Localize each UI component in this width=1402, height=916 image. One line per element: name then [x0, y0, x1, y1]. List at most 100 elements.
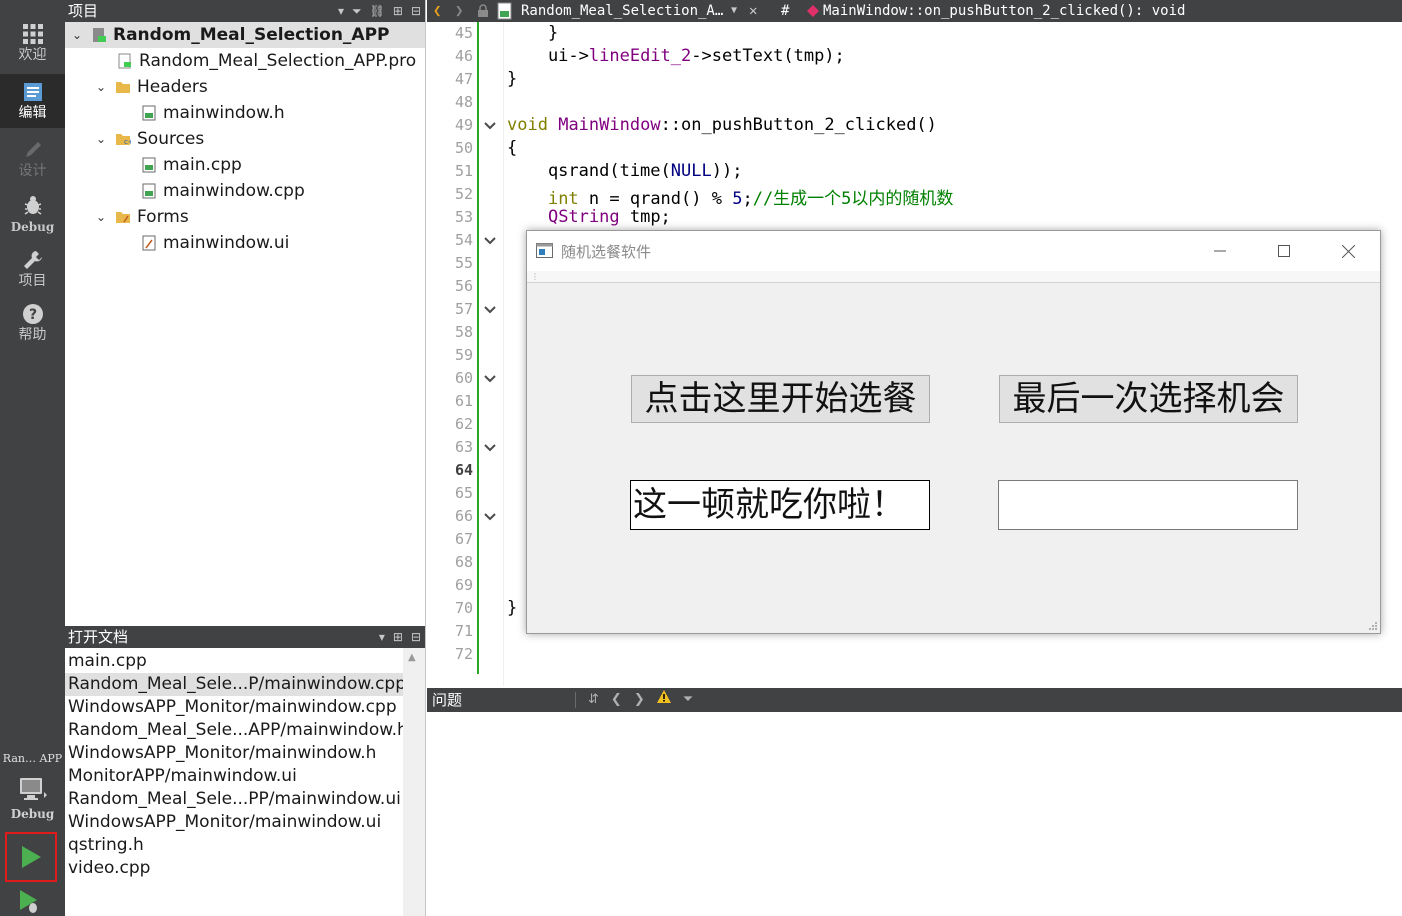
previous-item-icon[interactable]: ❮ — [611, 688, 622, 712]
app-window-title: 随机选餐软件 — [561, 243, 652, 261]
open-document-item[interactable]: WindowsAPP_Monitor/mainwindow.cpp — [65, 696, 403, 719]
dropdown-arrow-icon[interactable]: ▼ — [731, 0, 737, 22]
mode-design[interactable]: 设计 — [0, 132, 65, 186]
open-document-item[interactable]: video.cpp — [65, 857, 403, 880]
fold-marker-icon[interactable] — [483, 234, 497, 248]
link-icon[interactable]: ⛓ — [370, 0, 385, 22]
result-line-edit[interactable]: 这一顿就吃你啦！ — [630, 480, 930, 530]
minimize-button[interactable] — [1190, 231, 1250, 271]
tree-item-label: Random_Meal_Selection_APP — [113, 25, 390, 45]
line-number: 70 — [454, 599, 473, 617]
close-button[interactable] — [1318, 231, 1378, 271]
issues-panel-title: 问题 — [432, 691, 463, 709]
filter-icon[interactable]: ⏷ — [352, 0, 362, 22]
app-window-titlebar[interactable]: 随机选餐软件 — [527, 231, 1380, 271]
close-panel-icon[interactable]: ⊟ — [411, 626, 421, 648]
start-selection-button[interactable]: 点击这里开始选餐 — [631, 375, 930, 423]
open-document-item[interactable]: Random_Meal_Sele...APP/mainwindow.h — [65, 719, 403, 742]
code-line-46: ui->lineEdit_2->setText(tmp); — [507, 46, 845, 66]
code-line-49: void MainWindow::on_pushButton_2_clicked… — [507, 115, 937, 135]
dropdown-arrow-icon[interactable]: ▾ — [379, 626, 385, 648]
maximize-button[interactable] — [1254, 231, 1314, 271]
tree-item-pro-file[interactable]: Random_Meal_Selection_APP.pro — [65, 48, 425, 74]
start-debugging-button[interactable] — [14, 886, 44, 916]
open-documents-scrollbar[interactable]: ▲ — [403, 648, 425, 916]
tree-item-project[interactable]: ⌄ Random_Meal_Selection_APP — [65, 22, 425, 48]
tree-item-sources[interactable]: ⌄ c+ Sources — [65, 126, 425, 152]
mode-selector-bar: 欢迎 编辑 设计 Debug 项目 ? 帮助 Ran… APP Debug — [0, 0, 65, 916]
code-line-50: { — [507, 138, 518, 158]
split-icon[interactable]: ⊞ — [393, 0, 403, 22]
open-document-item[interactable]: WindowsAPP_Monitor/mainwindow.h — [65, 742, 403, 765]
open-document-item[interactable]: WindowsAPP_Monitor/mainwindow.ui — [65, 811, 403, 834]
split-icon[interactable]: ⊞ — [393, 626, 403, 648]
mode-welcome[interactable]: 欢迎 — [0, 16, 65, 70]
tree-item-mainwindow-cpp[interactable]: mainwindow.cpp — [65, 178, 425, 204]
line-number: 69 — [454, 576, 473, 594]
forward-arrow-icon[interactable]: ❯ — [455, 0, 463, 22]
open-document-item[interactable]: qstring.h — [65, 834, 403, 857]
mode-help[interactable]: ? 帮助 — [0, 296, 65, 350]
open-document-item[interactable]: MonitorAPP/mainwindow.ui — [65, 765, 403, 788]
tree-item-forms[interactable]: ⌄ Forms — [65, 204, 425, 230]
kit-selector[interactable]: Debug — [0, 770, 65, 828]
lock-icon — [477, 0, 489, 22]
symbol-dropdown[interactable]: MainWindow::on_pushButton_2_clicked(): v… — [823, 0, 1185, 22]
dropdown-arrow-icon[interactable]: ▾ — [338, 0, 344, 22]
fold-marker-icon[interactable] — [483, 372, 497, 386]
chevron-down-icon[interactable]: ⌄ — [93, 80, 109, 94]
line-number: 47 — [454, 70, 473, 88]
mode-projects[interactable]: 项目 — [0, 242, 65, 296]
fold-marker-icon[interactable] — [483, 303, 497, 317]
line-number: 50 — [454, 139, 473, 157]
line-number: 72 — [454, 645, 473, 663]
open-document-item[interactable]: main.cpp — [65, 650, 403, 673]
back-arrow-icon[interactable]: ❮ — [433, 0, 441, 22]
wrench-icon — [23, 251, 42, 269]
open-document-item[interactable]: Random_Meal_Sele...PP/mainwindow.ui — [65, 788, 403, 811]
folder-cpp-icon: c+ — [116, 134, 131, 146]
fold-marker-icon[interactable] — [483, 510, 497, 524]
run-button[interactable] — [5, 832, 57, 882]
kit-name-label: Ran… APP — [2, 752, 63, 765]
tree-item-main-cpp[interactable]: main.cpp — [65, 152, 425, 178]
line-number: 60 — [454, 369, 473, 387]
hash-label: # — [781, 3, 790, 19]
second-result-line-edit[interactable] — [998, 480, 1298, 530]
fold-marker-icon[interactable] — [483, 119, 497, 133]
filter-icon[interactable]: ⏷ — [683, 688, 693, 712]
chevron-down-icon[interactable]: ⌄ — [93, 132, 109, 146]
fold-margin — [477, 22, 503, 686]
next-item-icon[interactable]: ❯ — [634, 688, 645, 712]
close-panel-icon[interactable]: ⊟ — [411, 0, 421, 22]
resize-grip-icon[interactable] — [1368, 621, 1378, 631]
filter-by-file-icon[interactable]: ⇵ — [588, 688, 599, 712]
tree-item-mainwindow-ui[interactable]: mainwindow.ui — [65, 230, 425, 256]
tree-item-label: Forms — [137, 207, 189, 227]
line-number: 58 — [454, 323, 473, 341]
last-chance-button[interactable]: 最后一次选择机会 — [999, 375, 1298, 423]
line-number: 51 — [454, 162, 473, 180]
cpp-file-icon — [142, 183, 156, 199]
tree-item-mainwindow-h[interactable]: mainwindow.h — [65, 100, 425, 126]
mode-edit[interactable]: 编辑 — [0, 74, 65, 128]
line-number: 62 — [454, 415, 473, 433]
tree-item-label: mainwindow.h — [163, 103, 285, 123]
open-documents-title: 打开文档 — [68, 628, 129, 646]
fold-marker-icon[interactable] — [483, 441, 497, 455]
close-document-icon[interactable]: ✕ — [749, 0, 757, 22]
tree-item-headers[interactable]: ⌄ Headers — [65, 74, 425, 100]
tree-item-label: main.cpp — [163, 155, 242, 175]
bug-icon — [24, 196, 41, 215]
chevron-down-icon[interactable]: ⌄ — [93, 210, 109, 224]
code-line-70: } — [507, 598, 518, 618]
current-file-dropdown[interactable]: Random_Meal_Selection_A… — [521, 0, 723, 22]
line-number: 61 — [454, 392, 473, 410]
scroll-up-icon[interactable]: ▲ — [408, 652, 416, 663]
mode-debug[interactable]: Debug — [0, 188, 65, 242]
warning-icon[interactable] — [656, 688, 671, 712]
open-document-item[interactable]: Random_Meal_Sele...P/mainwindow.cpp — [65, 673, 403, 696]
symbol-icon — [807, 0, 819, 22]
chevron-down-icon[interactable]: ⌄ — [69, 28, 85, 42]
minimize-icon — [1214, 250, 1226, 252]
